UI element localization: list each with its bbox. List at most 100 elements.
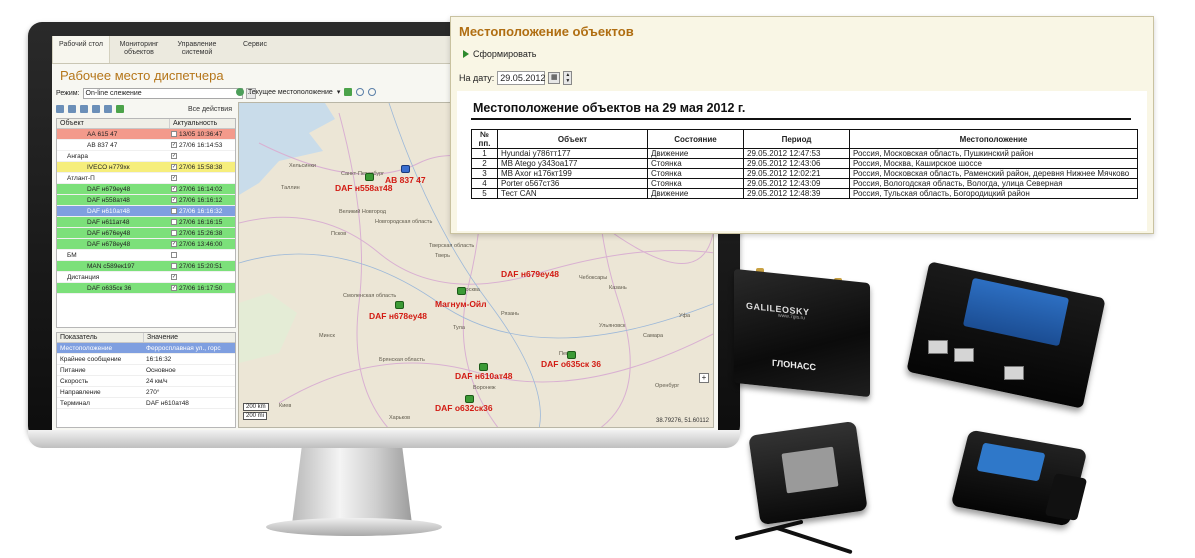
date-spinner[interactable]: ▲ ▼ — [563, 71, 573, 85]
mode-select[interactable]: On-line слежение — [82, 88, 243, 99]
visibility-checkbox[interactable]: ✓ — [171, 274, 177, 280]
props-value: 270° — [146, 389, 160, 396]
visibility-checkbox[interactable] — [171, 230, 177, 236]
tree-row-name: Ангара — [67, 153, 88, 160]
map-city: Таллин — [281, 185, 300, 191]
zoom-in-icon[interactable] — [356, 88, 365, 96]
tree-row[interactable]: Дистанция ✓ — [57, 272, 235, 283]
current-location-button[interactable]: Текущее местоположение — [248, 89, 333, 96]
nav-service[interactable]: Сервис — [226, 36, 284, 63]
visibility-checkbox[interactable] — [171, 219, 177, 225]
vehicle-marker[interactable] — [465, 395, 474, 403]
row-object: Porter о567ст36 — [497, 178, 648, 189]
props-row[interactable]: Направление 270° — [57, 387, 235, 398]
tree-row[interactable]: DAF н678еу48 ✓ 27/06 13:46:00 — [57, 239, 235, 250]
filter-icon[interactable] — [104, 105, 112, 113]
nav-desktop[interactable]: Рабочий стол — [52, 36, 110, 63]
row-state: Стоянка — [647, 168, 744, 179]
list-icon[interactable] — [68, 105, 76, 113]
vehicle-marker[interactable] — [401, 165, 410, 173]
zoom-out-icon[interactable] — [368, 88, 377, 96]
vehicle-label[interactable]: АВ 837 47 — [385, 175, 426, 185]
map-city: Харьков — [389, 415, 411, 421]
tree-row-status: ✓ — [169, 173, 229, 183]
visibility-checkbox[interactable]: ✓ — [171, 142, 177, 148]
tree-row-status: ✓ 27/06 16:16:32 — [169, 206, 229, 216]
visibility-checkbox[interactable]: ✓ — [171, 197, 177, 203]
vehicle-label[interactable]: DAF о635ск 36 — [541, 359, 601, 369]
tree-row[interactable]: Ангара ✓ — [57, 151, 235, 162]
sheet-divider — [471, 118, 1131, 120]
report-table: № пп. Объект Состояние Период Местополож… — [471, 129, 1138, 199]
tree-row[interactable]: АВ 837 47 ✓ 27/06 16:14:53 — [57, 140, 235, 151]
tree-row[interactable]: DAF н676еу48 27/06 15:26:38 — [57, 228, 235, 239]
props-row[interactable]: Питание Основное — [57, 365, 235, 376]
tree-row[interactable]: MAN с589ек197 27/06 15:20:51 — [57, 261, 235, 272]
globe-icon[interactable] — [236, 88, 244, 96]
row-state: Стоянка — [647, 178, 744, 189]
sort-asc-icon[interactable] — [80, 105, 88, 113]
tree-row[interactable]: Атлант-П ✓ — [57, 173, 235, 184]
tree-row[interactable]: DAF о635ск 36 ✓ 27/06 16:17:50 — [57, 283, 235, 294]
vehicle-label[interactable]: DAF н679еу48 — [501, 269, 559, 279]
vehicle-marker[interactable] — [457, 287, 466, 295]
refresh-icon[interactable] — [116, 105, 124, 113]
visibility-checkbox[interactable]: ✓ — [171, 208, 177, 214]
vehicle-label[interactable]: DAF н678еу48 — [369, 311, 427, 321]
row-location: Россия, Московская область, Пушкинский р… — [849, 148, 1138, 159]
visibility-checkbox[interactable]: ✓ — [171, 164, 177, 170]
column-object[interactable]: Объект — [57, 119, 169, 128]
tree-icon[interactable] — [56, 105, 64, 113]
layers-icon[interactable] — [344, 88, 353, 96]
sort-desc-icon[interactable] — [92, 105, 100, 113]
props-value: Основное — [146, 367, 176, 374]
all-actions-menu[interactable]: Все действия — [188, 106, 232, 113]
tree-row[interactable]: DAF н679еу48 ✓ 27/06 16:14:02 — [57, 184, 235, 195]
tree-row-time: 27/06 16:16:32 — [179, 207, 223, 215]
props-row[interactable]: Крайнее сообщение 16:16:32 — [57, 354, 235, 365]
visibility-checkbox[interactable]: ✓ — [171, 186, 177, 192]
vehicle-label[interactable]: DAF н610ат48 — [455, 371, 513, 381]
tree-row[interactable]: IVECO н779хк ✓ 27/06 15:58:38 — [57, 162, 235, 173]
vehicle-label[interactable]: Магнум-Ойл — [435, 299, 487, 309]
props-row[interactable]: Местоположение Ферросплавная ул., горс — [57, 343, 235, 354]
report-sheet: Местоположение объектов на 29 мая 2012 г… — [457, 91, 1147, 231]
visibility-checkbox[interactable]: ✓ — [171, 175, 177, 181]
vehicle-marker[interactable] — [479, 363, 488, 371]
chevron-down-icon[interactable]: ▾ — [337, 88, 341, 96]
column-object: Объект — [497, 129, 648, 149]
tree-row-status: 27/06 15:20:51 — [169, 261, 229, 271]
visibility-checkbox[interactable] — [171, 263, 177, 269]
vehicle-marker[interactable] — [395, 301, 404, 309]
props-row[interactable]: Скорость 24 км/ч — [57, 376, 235, 387]
zoom-plus-button[interactable]: + — [699, 373, 709, 383]
row-number: 4 — [471, 178, 498, 189]
visibility-checkbox[interactable]: ✓ — [171, 285, 177, 291]
visibility-checkbox[interactable]: ✓ — [171, 241, 177, 247]
visibility-checkbox[interactable]: ✓ — [171, 153, 177, 159]
nav-system-management[interactable]: Управление системой — [168, 36, 226, 63]
tree-row-status — [169, 250, 229, 260]
vehicle-marker[interactable] — [365, 173, 374, 181]
tree-row[interactable]: БМ — [57, 250, 235, 261]
map-city: Тверь — [435, 253, 450, 259]
vehicle-label[interactable]: DAF о632ск36 — [435, 403, 493, 413]
tree-row[interactable]: DAF н611ат48 27/06 16:16:15 — [57, 217, 235, 228]
nav-monitoring[interactable]: Мониторинг объектов — [110, 36, 168, 63]
tree-row-name: DAF о635ск 36 — [87, 285, 132, 292]
props-value: 24 км/ч — [146, 378, 168, 385]
tree-row[interactable]: АА 615 47 13/05 10:36:47 — [57, 129, 235, 140]
visibility-checkbox[interactable] — [171, 131, 177, 137]
vehicle-label[interactable]: DAF н558ат48 — [335, 183, 393, 193]
props-row[interactable]: Терминал DAF н610ат48 — [57, 398, 235, 409]
calendar-icon[interactable]: ▦ — [548, 72, 561, 84]
compact-device-plate — [781, 446, 839, 494]
map-city: Тверская область — [429, 243, 475, 249]
generate-button[interactable]: Сформировать — [463, 49, 536, 59]
vehicle-marker[interactable] — [567, 351, 576, 359]
tree-row[interactable]: DAF н610ат48 ✓ 27/06 16:16:32 — [57, 206, 235, 217]
visibility-checkbox[interactable] — [171, 252, 177, 258]
column-actuality[interactable]: Актуальность — [169, 119, 229, 128]
tree-row[interactable]: DAF н558ат48 ✓ 27/06 16:16:12 — [57, 195, 235, 206]
date-field[interactable]: 29.05.2012 — [497, 71, 545, 85]
